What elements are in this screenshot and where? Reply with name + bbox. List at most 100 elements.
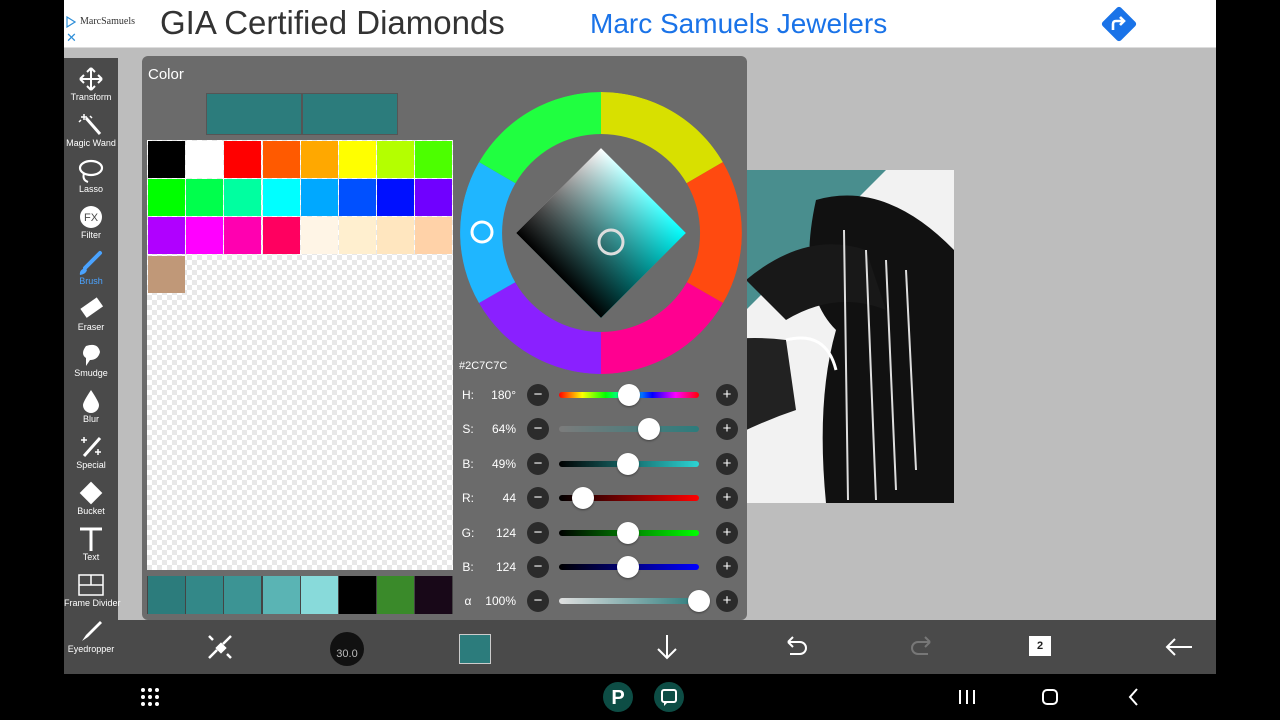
slider-knob[interactable] <box>688 590 710 613</box>
tool-bucket[interactable]: Bucket <box>64 478 118 524</box>
tool-blur[interactable]: Blur <box>64 386 118 432</box>
palette-swatch[interactable] <box>415 217 453 255</box>
palette-swatch[interactable] <box>300 141 338 178</box>
palette-swatch[interactable] <box>224 141 262 178</box>
decrease-button[interactable]: − <box>527 487 549 510</box>
directions-icon[interactable] <box>1100 5 1138 43</box>
ad-logo: MarcSamuels <box>80 16 135 27</box>
increase-button[interactable]: + <box>716 556 738 578</box>
panel-title: Color <box>148 66 184 83</box>
history-swatch[interactable] <box>148 576 185 614</box>
history-swatch[interactable] <box>339 576 376 614</box>
messenger-app-icon[interactable] <box>654 682 684 712</box>
decrease-button[interactable]: − <box>527 590 549 613</box>
palette-swatch[interactable] <box>415 141 453 178</box>
palette-swatch[interactable] <box>377 179 415 217</box>
palette-swatch[interactable] <box>300 179 338 217</box>
tool-special[interactable]: Special <box>64 432 118 478</box>
increase-button[interactable]: + <box>716 487 738 510</box>
ad-brand[interactable]: Marc Samuels Jewelers <box>590 8 887 40</box>
tool-smudge[interactable]: Smudge <box>64 340 118 386</box>
home-icon[interactable] <box>1038 684 1062 710</box>
palette-swatch[interactable] <box>262 141 300 178</box>
palette-swatch[interactable] <box>186 217 224 255</box>
palette-swatch[interactable] <box>186 179 224 217</box>
history-swatch[interactable] <box>300 576 338 614</box>
tool-filter[interactable]: FX Filter <box>64 202 118 248</box>
increase-button[interactable]: + <box>716 452 738 475</box>
tool-brush[interactable]: Brush <box>64 248 118 294</box>
tool-label: Special <box>76 460 106 470</box>
tool-lasso[interactable]: Lasso <box>64 156 118 202</box>
palette-swatch[interactable] <box>148 255 185 293</box>
tool-magic-wand[interactable]: Magic Wand <box>64 110 118 156</box>
slider-knob[interactable] <box>616 556 639 578</box>
arrow-down-icon[interactable] <box>650 630 684 664</box>
tool-frame-divider[interactable]: Frame Divider <box>64 570 121 616</box>
palette-swatch[interactable] <box>224 179 262 217</box>
slider-knob[interactable] <box>616 521 639 544</box>
color-palette[interactable] <box>147 140 453 570</box>
sparkle-wand-icon <box>81 437 102 457</box>
history-swatch[interactable] <box>377 576 415 614</box>
decrease-button[interactable]: − <box>527 418 549 441</box>
decrease-button[interactable]: − <box>527 384 549 406</box>
slider-knob[interactable] <box>616 452 639 475</box>
previous-color-swatch[interactable] <box>206 93 302 135</box>
palette-swatch[interactable] <box>224 217 262 255</box>
history-swatch[interactable] <box>415 576 453 614</box>
pinterest-icon[interactable]: P <box>603 682 633 712</box>
increase-button[interactable]: + <box>716 418 738 441</box>
tool-transform[interactable]: Transform <box>64 64 118 110</box>
palette-swatch[interactable] <box>186 141 224 178</box>
tool-eyedropper[interactable]: Eyedropper <box>64 616 118 662</box>
palette-swatch[interactable] <box>377 141 415 178</box>
increase-button[interactable]: + <box>716 384 738 406</box>
palette-swatch[interactable] <box>300 217 338 255</box>
palette-swatch[interactable] <box>262 179 300 217</box>
current-color-swatch[interactable] <box>302 93 398 135</box>
lasso-icon <box>78 159 104 183</box>
palette-swatch[interactable] <box>262 217 300 255</box>
history-swatch[interactable] <box>186 576 224 614</box>
tool-eraser[interactable]: Eraser <box>64 294 118 340</box>
ad-banner[interactable]: ✕ MarcSamuels GIA Certified Diamonds Mar… <box>64 0 1216 48</box>
decrease-button[interactable]: − <box>527 452 549 475</box>
palette-swatch[interactable] <box>377 217 415 255</box>
palette-swatch[interactable] <box>148 217 185 255</box>
swap-tools-icon[interactable] <box>203 630 237 664</box>
increase-button[interactable]: + <box>716 590 738 613</box>
decrease-button[interactable]: − <box>527 556 549 578</box>
apps-grid-icon[interactable] <box>138 684 162 710</box>
back-arrow-icon[interactable] <box>1162 630 1196 664</box>
ad-close-icon[interactable]: ✕ <box>66 31 77 44</box>
slider-track[interactable] <box>559 598 699 605</box>
color-wheel[interactable] <box>460 92 742 374</box>
history-swatch[interactable] <box>262 576 300 614</box>
back-icon[interactable] <box>1122 684 1146 710</box>
palette-swatch[interactable] <box>148 179 185 217</box>
palette-swatch[interactable] <box>339 141 376 178</box>
palette-swatch[interactable] <box>339 217 376 255</box>
ad-info-icon[interactable] <box>66 16 76 28</box>
brush-size-button[interactable]: 30.0 <box>330 632 364 666</box>
palette-swatch[interactable] <box>415 179 453 217</box>
history-swatch[interactable] <box>224 576 262 614</box>
slider-knob[interactable] <box>637 418 660 441</box>
color-history[interactable] <box>147 576 453 614</box>
slider-value: 64% <box>491 422 516 437</box>
decrease-button[interactable]: − <box>527 521 549 544</box>
current-color-button[interactable] <box>459 634 491 664</box>
undo-icon[interactable] <box>778 630 812 664</box>
hex-value[interactable]: #2C7C7C <box>459 360 507 372</box>
slider-knob[interactable] <box>618 384 640 406</box>
increase-button[interactable]: + <box>716 521 738 544</box>
palette-swatch[interactable] <box>148 141 185 178</box>
palette-swatch[interactable] <box>339 179 376 217</box>
slider-track[interactable] <box>559 426 699 433</box>
recent-apps-icon[interactable] <box>955 684 979 710</box>
tool-text[interactable]: Text <box>64 524 118 570</box>
slider-knob[interactable] <box>571 487 594 510</box>
redo-icon[interactable] <box>906 630 940 664</box>
ad-headline[interactable]: GIA Certified Diamonds <box>160 4 505 42</box>
